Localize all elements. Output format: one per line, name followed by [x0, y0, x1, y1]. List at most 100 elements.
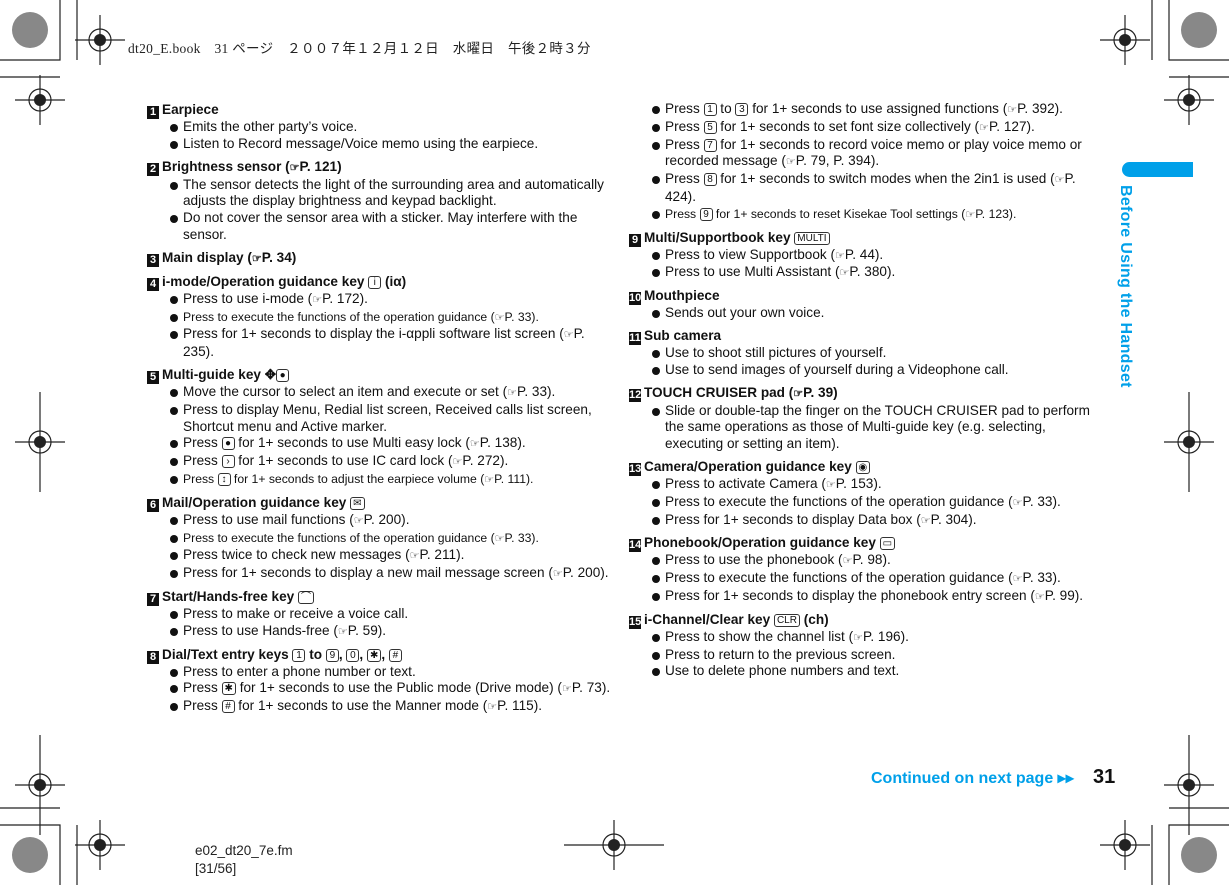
section-item: 15 i-Channel/Clear key CLR (ch) Press to s… — [629, 611, 1099, 680]
section-heading: 8 Dial/Text entry keys 1 to 9, 0, ✱, # — [147, 646, 617, 664]
bullet-item: Use to send images of yourself during a … — [629, 362, 1099, 379]
bullet-item: Press to enter a phone number or text. — [147, 664, 617, 681]
bullet-item: Press 1 to 3 for 1+ seconds to use assig… — [629, 101, 1099, 119]
continued-on-next-page[interactable]: Continued on next page ▸▸ — [871, 768, 1074, 788]
key-icon: ▭ — [879, 537, 896, 551]
bullet-item: Press to view Supportbook (☞P. 44). — [629, 247, 1099, 265]
section-heading: 11 Sub camera — [629, 327, 1099, 345]
bullet-item: Press ✱ for 1+ seconds to use the Public… — [147, 680, 617, 698]
book-info-line: dt20_E.book 31 ページ ２００７年１２月１２日 水曜日 午後２時３… — [128, 41, 591, 56]
reference-icon: ☞ — [1012, 573, 1023, 586]
section-title: Camera/Operation guidance key ◉ — [644, 459, 871, 474]
section-title: i-Channel/Clear key CLR (ch) — [644, 611, 829, 627]
section-title: Brightness sensor (☞P. 121) — [162, 158, 342, 174]
section-item: 13 Camera/Operation guidance key ◉ Press t… — [629, 458, 1099, 529]
item-number-badge: 12 — [629, 388, 642, 402]
item-number-badge: 5 — [147, 370, 159, 384]
section-title: Multi/Supportbook key MULTI — [644, 230, 830, 245]
item-number-badge: 8 — [147, 650, 159, 664]
section-item: 14 Phonebook/Operation guidance key ▭ Pres… — [629, 534, 1099, 605]
item-number-badge: 14 — [629, 539, 642, 553]
item-number-badge: 11 — [629, 331, 641, 345]
reference-icon: ☞ — [839, 267, 850, 280]
section-item: 4 i-mode/Operation guidance key i (iα) Pre… — [147, 273, 617, 361]
section-heading: 12 TOUCH CRUISER pad (☞P. 39) — [629, 384, 1099, 403]
section-heading: 4 i-mode/Operation guidance key i (iα) — [147, 273, 617, 291]
key-icon: ● — [221, 437, 235, 451]
section-tab-label: Before Using the Handset — [1117, 185, 1134, 388]
section-item: 1 Earpiece Emits the other party’s voice. L… — [147, 101, 617, 153]
item-number-badge: 10 — [629, 292, 642, 306]
bullet-item: Listen to Record message/Voice memo usin… — [147, 136, 617, 153]
bullet-item: Press to use the phonebook (☞P. 98). — [629, 552, 1099, 570]
bullet-item: Press ↕ for 1+ seconds to adjust the ear… — [147, 471, 617, 489]
key-icon: 9 — [699, 207, 713, 221]
section-item: 6 Mail/Operation guidance key ✉ Press to u… — [147, 494, 617, 583]
key-icon: ● — [276, 368, 290, 382]
continued-label: Continued on next page — [871, 770, 1054, 787]
bullet-item: Use to shoot still pictures of yourself. — [629, 345, 1099, 362]
bullet-item: Do not cover the sensor area with a stic… — [147, 210, 617, 244]
bullet-item: Press to use i-mode (☞P. 172). — [147, 291, 617, 309]
bullet-item: Press for 1+ seconds to display the phon… — [629, 588, 1099, 606]
reference-icon: ☞ — [842, 555, 853, 568]
item-number-badge: 2 — [147, 162, 159, 176]
bullet-item: Sends out your own voice. — [629, 305, 1099, 322]
section-title: Start/Hands-free key ⌒ — [162, 589, 314, 604]
key-icon: # — [388, 648, 402, 662]
section-item: 11 Sub camera Use to shoot still pictures … — [629, 327, 1099, 379]
file-info: e02_dt20_7e.fm [31/56] — [195, 842, 293, 878]
key-icon: ↕ — [217, 472, 231, 486]
reference-icon: ☞ — [563, 329, 574, 342]
item-number-badge: 1 — [147, 106, 159, 119]
reference-icon: ☞ — [561, 683, 572, 696]
section-item: 10 Mouthpiece Sends out your own voice. — [629, 287, 1099, 322]
bullet-item: Press ● for 1+ seconds to use Multi easy… — [147, 435, 617, 453]
item-number-badge: 6 — [147, 498, 159, 512]
section-item: Press 1 to 3 for 1+ seconds to use assig… — [629, 101, 1099, 224]
section-item: 8 Dial/Text entry keys 1 to 9, 0, ✱, # Pre… — [147, 646, 617, 716]
reference-icon: ☞ — [289, 161, 300, 174]
section-title: TOUCH CRUISER pad (☞P. 39) — [644, 384, 838, 400]
item-number-badge: 13 — [629, 462, 642, 476]
section-title: Dial/Text entry keys 1 to 9, 0, ✱, # — [162, 647, 402, 662]
reference-icon: ☞ — [353, 514, 364, 527]
reference-icon: ☞ — [1054, 174, 1065, 187]
reference-icon: ☞ — [452, 456, 463, 469]
reference-icon: ☞ — [552, 568, 563, 581]
key-icon: 5 — [703, 120, 717, 134]
section-title: Mail/Operation guidance key ✉ — [162, 495, 365, 510]
section-item: 7 Start/Hands-free key ⌒ Press to make or … — [147, 588, 617, 641]
reference-icon: ☞ — [920, 514, 931, 527]
section-title: Main display (☞P. 34) — [162, 249, 297, 265]
double-arrow-icon: ▸▸ — [1057, 770, 1074, 787]
reference-icon: ☞ — [1034, 590, 1045, 603]
key-icon: ✱ — [221, 682, 236, 696]
left-column: 1 Earpiece Emits the other party’s voice. L… — [147, 101, 617, 721]
section-item: 2 Brightness sensor (☞P. 121) The sensor d… — [147, 158, 617, 244]
bullet-item: Press to activate Camera (☞P. 153). — [629, 476, 1099, 494]
section-heading: 5 Multi-guide key ✥ ● — [147, 366, 617, 384]
reference-icon: ☞ — [494, 311, 505, 324]
right-column: Press 1 to 3 for 1+ seconds to use assig… — [629, 101, 1099, 685]
key-icon: 9 — [325, 648, 339, 662]
section-heading: 13 Camera/Operation guidance key ◉ — [629, 458, 1099, 476]
section-heading: 1 Earpiece — [147, 101, 617, 119]
section-heading: 6 Mail/Operation guidance key ✉ — [147, 494, 617, 512]
reference-icon: ☞ — [979, 121, 989, 134]
key-icon: 8 — [703, 173, 717, 187]
bullet-item: Press 5 for 1+ seconds to set font size … — [629, 119, 1099, 137]
bullet-item: Press for 1+ seconds to display a new ma… — [147, 565, 617, 583]
key-icon: 0 — [346, 648, 360, 662]
bullet-item: Press for 1+ seconds to display Data box… — [629, 512, 1099, 530]
section-title: Mouthpiece — [644, 288, 720, 304]
reference-icon: ☞ — [853, 631, 864, 644]
key-icon: 1 — [292, 648, 306, 662]
bullet-item: Press twice to check new messages (☞P. 2… — [147, 547, 617, 565]
bullet-item: Press 8 for 1+ seconds to switch modes w… — [629, 171, 1099, 206]
bullet-item: Press to use Multi Assistant (☞P. 380). — [629, 264, 1099, 282]
key-icon: › — [221, 455, 235, 469]
bullet-item: The sensor detects the light of the surr… — [147, 177, 617, 211]
section-title: Phonebook/Operation guidance key ▭ — [644, 535, 896, 551]
section-item: 5 Multi-guide key ✥ ● Move the cursor to se… — [147, 366, 617, 489]
